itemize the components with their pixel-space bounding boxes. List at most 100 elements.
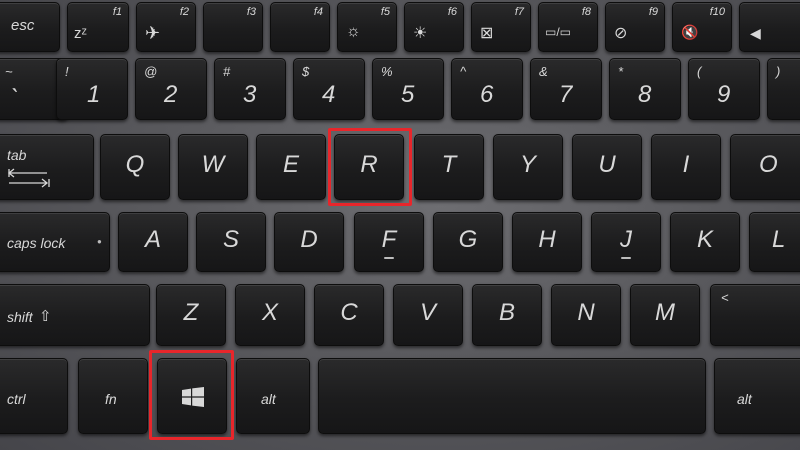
key-shift-label: @ — [144, 64, 158, 79]
key-main-label: M — [655, 298, 675, 326]
key-f: F — [354, 212, 424, 272]
key-f4: f4 — [270, 2, 330, 52]
key-shift-label: # — [223, 64, 231, 79]
key-f6: f6 ☀ — [404, 2, 464, 52]
caps-indicator-icon: ● — [97, 237, 102, 246]
key-shift-label: ^ — [460, 64, 467, 79]
key-tab: tab — [0, 134, 94, 200]
key-m: M — [630, 284, 700, 346]
home-bump — [621, 257, 631, 259]
key-main-label: 9 — [717, 81, 731, 108]
key-main-label: K — [696, 225, 713, 253]
key-v: V — [393, 284, 463, 346]
fn-label: f1 — [112, 6, 122, 18]
key-r: R — [334, 134, 404, 200]
key-main-label: S — [222, 225, 239, 253]
key-main-label: L — [772, 225, 786, 253]
key-d: D — [274, 212, 344, 272]
key-main-label: I — [682, 150, 690, 178]
key-main-label: J — [620, 225, 632, 253]
key-q: Q — [100, 134, 170, 200]
key-label: esc — [11, 17, 35, 34]
key-w: W — [178, 134, 248, 200]
brightness-down-icon: ☼ — [346, 23, 361, 40]
fn-label: f7 — [514, 6, 524, 18]
key-label: shift — [7, 309, 33, 325]
key-label: fn — [105, 391, 117, 407]
key-main-label: R — [360, 150, 378, 178]
key-0: ) — [767, 58, 800, 120]
key-c: C — [314, 284, 384, 346]
key-shift-label: ~ — [5, 64, 13, 79]
key-shift-label: ) — [776, 64, 781, 79]
key-f3: f3 — [203, 2, 263, 52]
key-y: Y — [493, 134, 563, 200]
key-main-label: 3 — [243, 81, 257, 108]
fn-label: f4 — [313, 6, 323, 18]
sleep-icon: zᶻ — [74, 25, 87, 42]
key-1: ! 1 — [56, 58, 128, 120]
key-label: caps lock — [7, 235, 66, 251]
key-f1: f1 zᶻ — [67, 2, 129, 52]
key-main-label: N — [577, 298, 595, 326]
fn-label: f2 — [179, 6, 189, 18]
key-f2: f2 ✈ — [136, 2, 196, 52]
key-main-label: Q — [125, 150, 145, 178]
key-x: X — [235, 284, 305, 346]
key-main-label: B — [498, 298, 515, 326]
touchpad-off-icon: ⊘ — [614, 25, 628, 42]
key-main-label: G — [458, 225, 478, 253]
key-main-label: X — [261, 298, 278, 326]
key-j: J — [591, 212, 661, 272]
key-8: * 8 — [609, 58, 681, 120]
key-main-label: 4 — [322, 81, 336, 108]
fn-label: f6 — [447, 6, 457, 18]
key-t: T — [414, 134, 484, 200]
key-i: I — [651, 134, 721, 200]
key-a: A — [118, 212, 188, 272]
airplane-icon: ✈ — [145, 23, 161, 43]
key-fn: fn — [78, 358, 148, 434]
key-5: % 5 — [372, 58, 444, 120]
key-label: alt — [261, 391, 276, 407]
brightness-up-icon: ☀ — [413, 25, 428, 42]
key-e: E — [256, 134, 326, 200]
key-main-label: W — [201, 150, 225, 178]
key-s: S — [196, 212, 266, 272]
key-main-label: A — [144, 225, 161, 253]
key-n: N — [551, 284, 621, 346]
fn-label: f3 — [246, 6, 256, 18]
tab-arrows-icon — [7, 167, 51, 190]
key-alt-right: alt — [714, 358, 800, 434]
key-main-label: Y — [519, 150, 536, 178]
key-main-label: 2 — [164, 81, 178, 108]
key-alt-left: alt — [236, 358, 310, 434]
key-main-label: T — [441, 150, 457, 178]
key-f11: ◀ — [739, 2, 800, 52]
projector-icon: ▭/▭ — [545, 25, 572, 39]
home-bump — [384, 257, 394, 259]
key-9: ( 9 — [688, 58, 760, 120]
key-main-label: 1 — [87, 81, 101, 108]
key-h: H — [512, 212, 582, 272]
key-6: ^ 6 — [451, 58, 523, 120]
key-shift-label: < — [721, 290, 729, 305]
key-main-label: 5 — [401, 81, 415, 108]
key-shift-label: % — [381, 64, 393, 79]
key-main-label: F — [381, 225, 397, 253]
key-l: L — [749, 212, 800, 272]
key-main-label: E — [282, 150, 299, 178]
key-comma: < — [710, 284, 800, 346]
key-main-label: Z — [183, 298, 199, 326]
key-main-label: 7 — [559, 81, 573, 108]
windows-logo-icon — [182, 387, 204, 412]
key-3: # 3 — [214, 58, 286, 120]
key-esc: esc — [0, 2, 60, 52]
key-shift-label: ( — [697, 64, 702, 79]
keyboard-photo: esc f1 zᶻ f2 ✈ f3 f4 f5 ☼ f6 ☀ f7 ⊠ f8 ▭… — [0, 0, 800, 450]
key-b: B — [472, 284, 542, 346]
key-shift-label: $ — [302, 64, 310, 79]
fn-label: f9 — [648, 6, 658, 18]
volume-down-icon: ◀ — [750, 25, 761, 41]
key-main-label: V — [419, 298, 436, 326]
